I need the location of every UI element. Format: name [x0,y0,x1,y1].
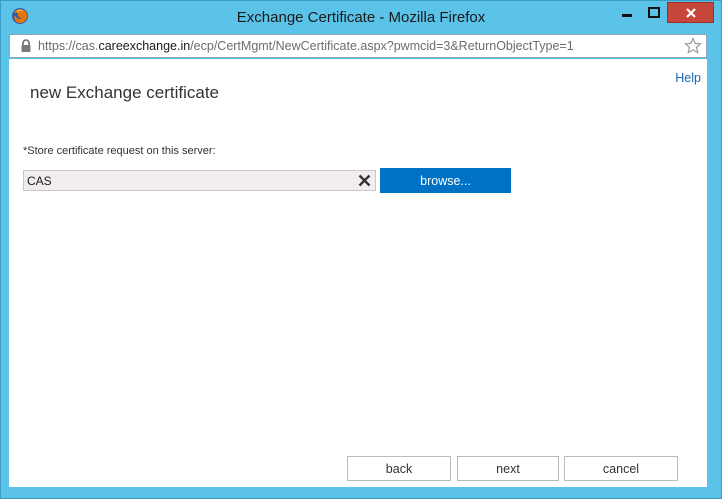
bookmark-star-icon[interactable] [684,37,702,55]
cancel-button[interactable]: cancel [564,456,678,481]
page-title: new Exchange certificate [30,83,219,102]
title-bar[interactable]: Exchange Certificate - Mozilla Firefox [1,1,721,33]
url-text[interactable]: https://cas.careexchange.in/ecp/CertMgmt… [38,39,574,53]
next-button[interactable]: next [457,456,559,481]
maximize-button[interactable] [640,2,667,23]
url-prefix: https://cas. [38,39,99,53]
server-field-label: *Store certificate request on this serve… [23,145,216,157]
browser-window: Exchange Certificate - Mozilla Firefox h… [0,0,722,499]
server-field-value: CAS [27,174,52,188]
close-button[interactable] [667,2,714,23]
url-host: careexchange.in [98,39,191,53]
url-path: /ecp/CertMgmt/NewCertificate.aspx?pwmcid… [190,39,574,53]
dialog-content: Help new Exchange certificate *Store cer… [9,59,707,487]
minimize-icon [621,13,632,17]
lock-icon [21,39,31,52]
maximize-icon [647,6,660,18]
server-field[interactable]: CAS [23,170,376,191]
help-link[interactable]: Help [675,71,701,85]
minimize-button[interactable] [613,2,640,23]
close-icon [685,7,696,18]
address-bar[interactable]: https://cas.careexchange.in/ecp/CertMgmt… [9,34,707,58]
browse-button[interactable]: browse... [380,168,511,193]
back-button[interactable]: back [347,456,451,481]
clear-icon[interactable] [357,173,372,188]
